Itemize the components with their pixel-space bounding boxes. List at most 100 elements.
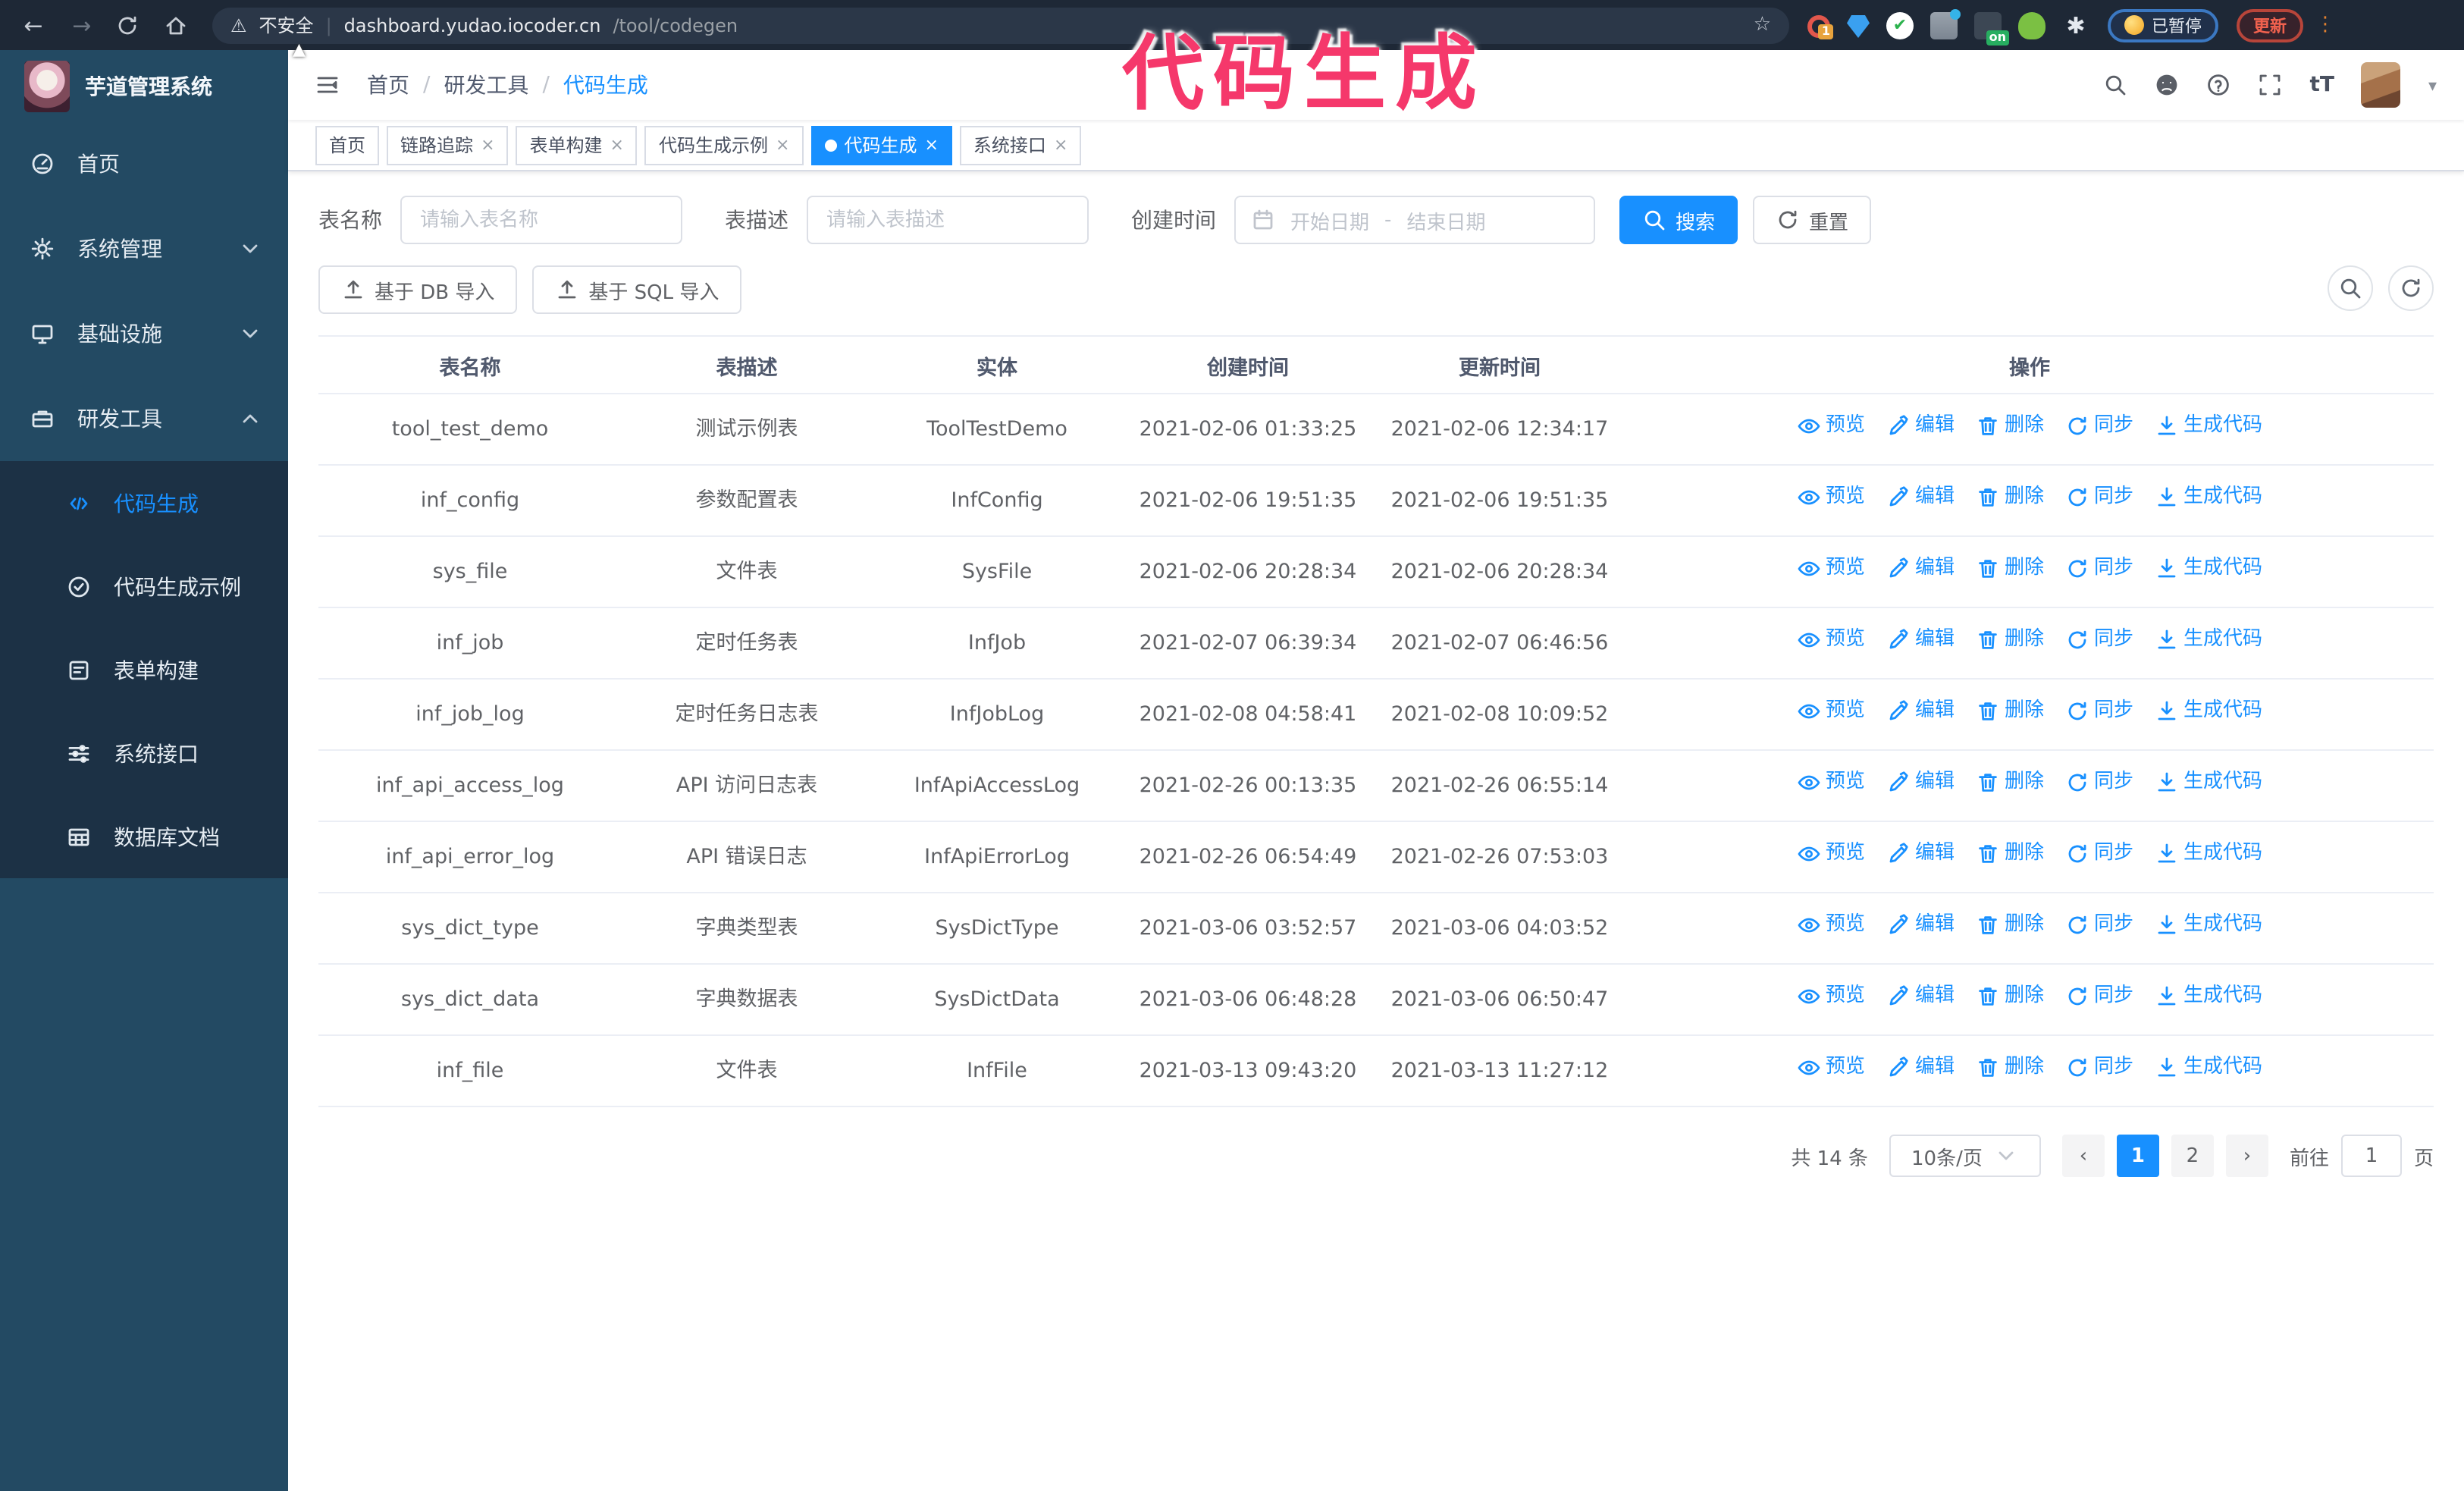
sidebar-item-首页[interactable]: 首页	[0, 121, 288, 206]
next-page-button[interactable]: ›	[2225, 1135, 2268, 1177]
action-edit[interactable]: 编辑	[1886, 766, 1955, 799]
prev-page-button[interactable]: ‹	[2061, 1135, 2105, 1177]
action-eye[interactable]: 预览	[1797, 623, 1865, 657]
action-delete[interactable]: 删除	[1976, 837, 2044, 871]
ext-shield-icon[interactable]	[1886, 11, 1914, 39]
page-button-1[interactable]: 1	[2116, 1135, 2159, 1177]
action-sync[interactable]: 同步	[2065, 766, 2133, 799]
close-icon[interactable]: ×	[610, 135, 624, 155]
action-delete[interactable]: 删除	[1976, 695, 2044, 728]
action-eye[interactable]: 预览	[1797, 552, 1865, 585]
sidebar-item-基础设施[interactable]: 基础设施	[0, 291, 288, 376]
action-edit[interactable]: 编辑	[1886, 410, 1955, 443]
action-delete[interactable]: 删除	[1976, 1051, 2044, 1085]
app-logo-row[interactable]: 芋道管理系统	[0, 50, 288, 121]
action-download[interactable]: 生成代码	[2155, 481, 2262, 514]
tab-代码生成[interactable]: 代码生成 ×	[810, 125, 952, 165]
page-button-2[interactable]: 2	[2171, 1135, 2214, 1177]
hamburger-icon[interactable]	[315, 73, 340, 97]
action-download[interactable]: 生成代码	[2155, 552, 2262, 585]
action-sync[interactable]: 同步	[2065, 837, 2133, 871]
tab-代码生成示例[interactable]: 代码生成示例 ×	[644, 125, 804, 165]
ext-sync-icon[interactable]: 1	[1807, 15, 1833, 39]
action-delete[interactable]: 删除	[1976, 410, 2044, 443]
address-bar[interactable]: ⚠ 不安全 | dashboard.yudao.iocoder.cn/tool/…	[212, 7, 1789, 43]
action-delete[interactable]: 删除	[1976, 766, 2044, 799]
sidebar-item-代码生成示例[interactable]: 代码生成示例	[0, 545, 288, 628]
action-eye[interactable]: 预览	[1797, 837, 1865, 871]
search-icon[interactable]	[2103, 73, 2127, 97]
action-delete[interactable]: 删除	[1976, 623, 2044, 657]
action-eye[interactable]: 预览	[1797, 766, 1865, 799]
sidebar-item-系统管理[interactable]: 系统管理	[0, 206, 288, 291]
text-size-icon[interactable]: tT	[2309, 73, 2334, 97]
help-icon[interactable]	[2206, 73, 2230, 97]
action-eye[interactable]: 预览	[1797, 1051, 1865, 1085]
close-icon[interactable]: ×	[924, 135, 938, 155]
action-download[interactable]: 生成代码	[2155, 1051, 2262, 1085]
action-sync[interactable]: 同步	[2065, 980, 2133, 1013]
ext-puzzle-icon[interactable]	[2062, 11, 2089, 39]
reload-icon[interactable]	[115, 13, 146, 37]
action-download[interactable]: 生成代码	[2155, 909, 2262, 942]
action-sync[interactable]: 同步	[2065, 1051, 2133, 1085]
table-name-input[interactable]	[400, 196, 682, 244]
action-sync[interactable]: 同步	[2065, 552, 2133, 585]
sidebar-item-系统接口[interactable]: 系统接口	[0, 711, 288, 795]
fullscreen-icon[interactable]	[2258, 73, 2282, 97]
tab-系统接口[interactable]: 系统接口 ×	[959, 125, 1082, 165]
bookmark-star-icon[interactable]: ☆	[1754, 14, 1771, 36]
back-icon[interactable]: ←	[18, 11, 49, 39]
reset-button[interactable]: 重置	[1753, 196, 1872, 244]
action-edit[interactable]: 编辑	[1886, 623, 1955, 657]
sidebar-item-代码生成[interactable]: 代码生成	[0, 461, 288, 545]
tab-链路追踪[interactable]: 链路追踪 ×	[387, 125, 509, 165]
action-delete[interactable]: 删除	[1976, 980, 2044, 1013]
action-edit[interactable]: 编辑	[1886, 837, 1955, 871]
sql-import-button[interactable]: 基于 SQL 导入	[532, 265, 742, 314]
ext-gem-icon[interactable]	[1847, 15, 1870, 38]
action-download[interactable]: 生成代码	[2155, 410, 2262, 443]
db-import-button[interactable]: 基于 DB 导入	[318, 265, 518, 314]
breadcrumb-tools[interactable]: 研发工具	[444, 70, 528, 100]
breadcrumb-home[interactable]: 首页	[367, 70, 409, 100]
tab-首页[interactable]: 首页	[315, 125, 380, 165]
action-sync[interactable]: 同步	[2065, 909, 2133, 942]
action-edit[interactable]: 编辑	[1886, 695, 1955, 728]
action-edit[interactable]: 编辑	[1886, 481, 1955, 514]
search-button[interactable]: 搜索	[1619, 196, 1738, 244]
action-edit[interactable]: 编辑	[1886, 552, 1955, 585]
browser-menu-icon[interactable]: ⋮	[2315, 14, 2335, 36]
action-delete[interactable]: 删除	[1976, 481, 2044, 514]
sidebar-item-研发工具[interactable]: 研发工具	[0, 376, 288, 461]
page-size-select[interactable]: 10条/页	[1889, 1135, 2041, 1177]
action-eye[interactable]: 预览	[1797, 980, 1865, 1013]
action-edit[interactable]: 编辑	[1886, 980, 1955, 1013]
action-sync[interactable]: 同步	[2065, 410, 2133, 443]
action-eye[interactable]: 预览	[1797, 410, 1865, 443]
close-icon[interactable]: ×	[481, 135, 494, 155]
action-delete[interactable]: 删除	[1976, 552, 2044, 585]
action-download[interactable]: 生成代码	[2155, 695, 2262, 728]
jumper-input[interactable]	[2340, 1135, 2402, 1177]
table-desc-input[interactable]	[807, 196, 1089, 244]
action-delete[interactable]: 删除	[1976, 909, 2044, 942]
action-sync[interactable]: 同步	[2065, 695, 2133, 728]
close-icon[interactable]: ×	[1054, 135, 1067, 155]
paused-badge[interactable]: 已暂停	[2108, 8, 2218, 42]
ext-monkey-icon[interactable]	[2018, 11, 2045, 39]
action-eye[interactable]: 预览	[1797, 695, 1865, 728]
ext-screen-icon[interactable]: on	[1974, 11, 2009, 45]
action-eye[interactable]: 预览	[1797, 481, 1865, 514]
sidebar-item-表单构建[interactable]: 表单构建	[0, 628, 288, 711]
forward-icon[interactable]: →	[67, 11, 97, 39]
action-download[interactable]: 生成代码	[2155, 623, 2262, 657]
avatar-caret-icon[interactable]: ▾	[2428, 75, 2437, 95]
action-sync[interactable]: 同步	[2065, 623, 2133, 657]
action-edit[interactable]: 编辑	[1886, 1051, 1955, 1085]
sidebar-item-数据库文档[interactable]: 数据库文档	[0, 795, 288, 878]
github-icon[interactable]	[2155, 73, 2179, 97]
tab-表单构建[interactable]: 表单构建 ×	[516, 125, 638, 165]
action-edit[interactable]: 编辑	[1886, 909, 1955, 942]
home-icon[interactable]	[164, 13, 194, 37]
